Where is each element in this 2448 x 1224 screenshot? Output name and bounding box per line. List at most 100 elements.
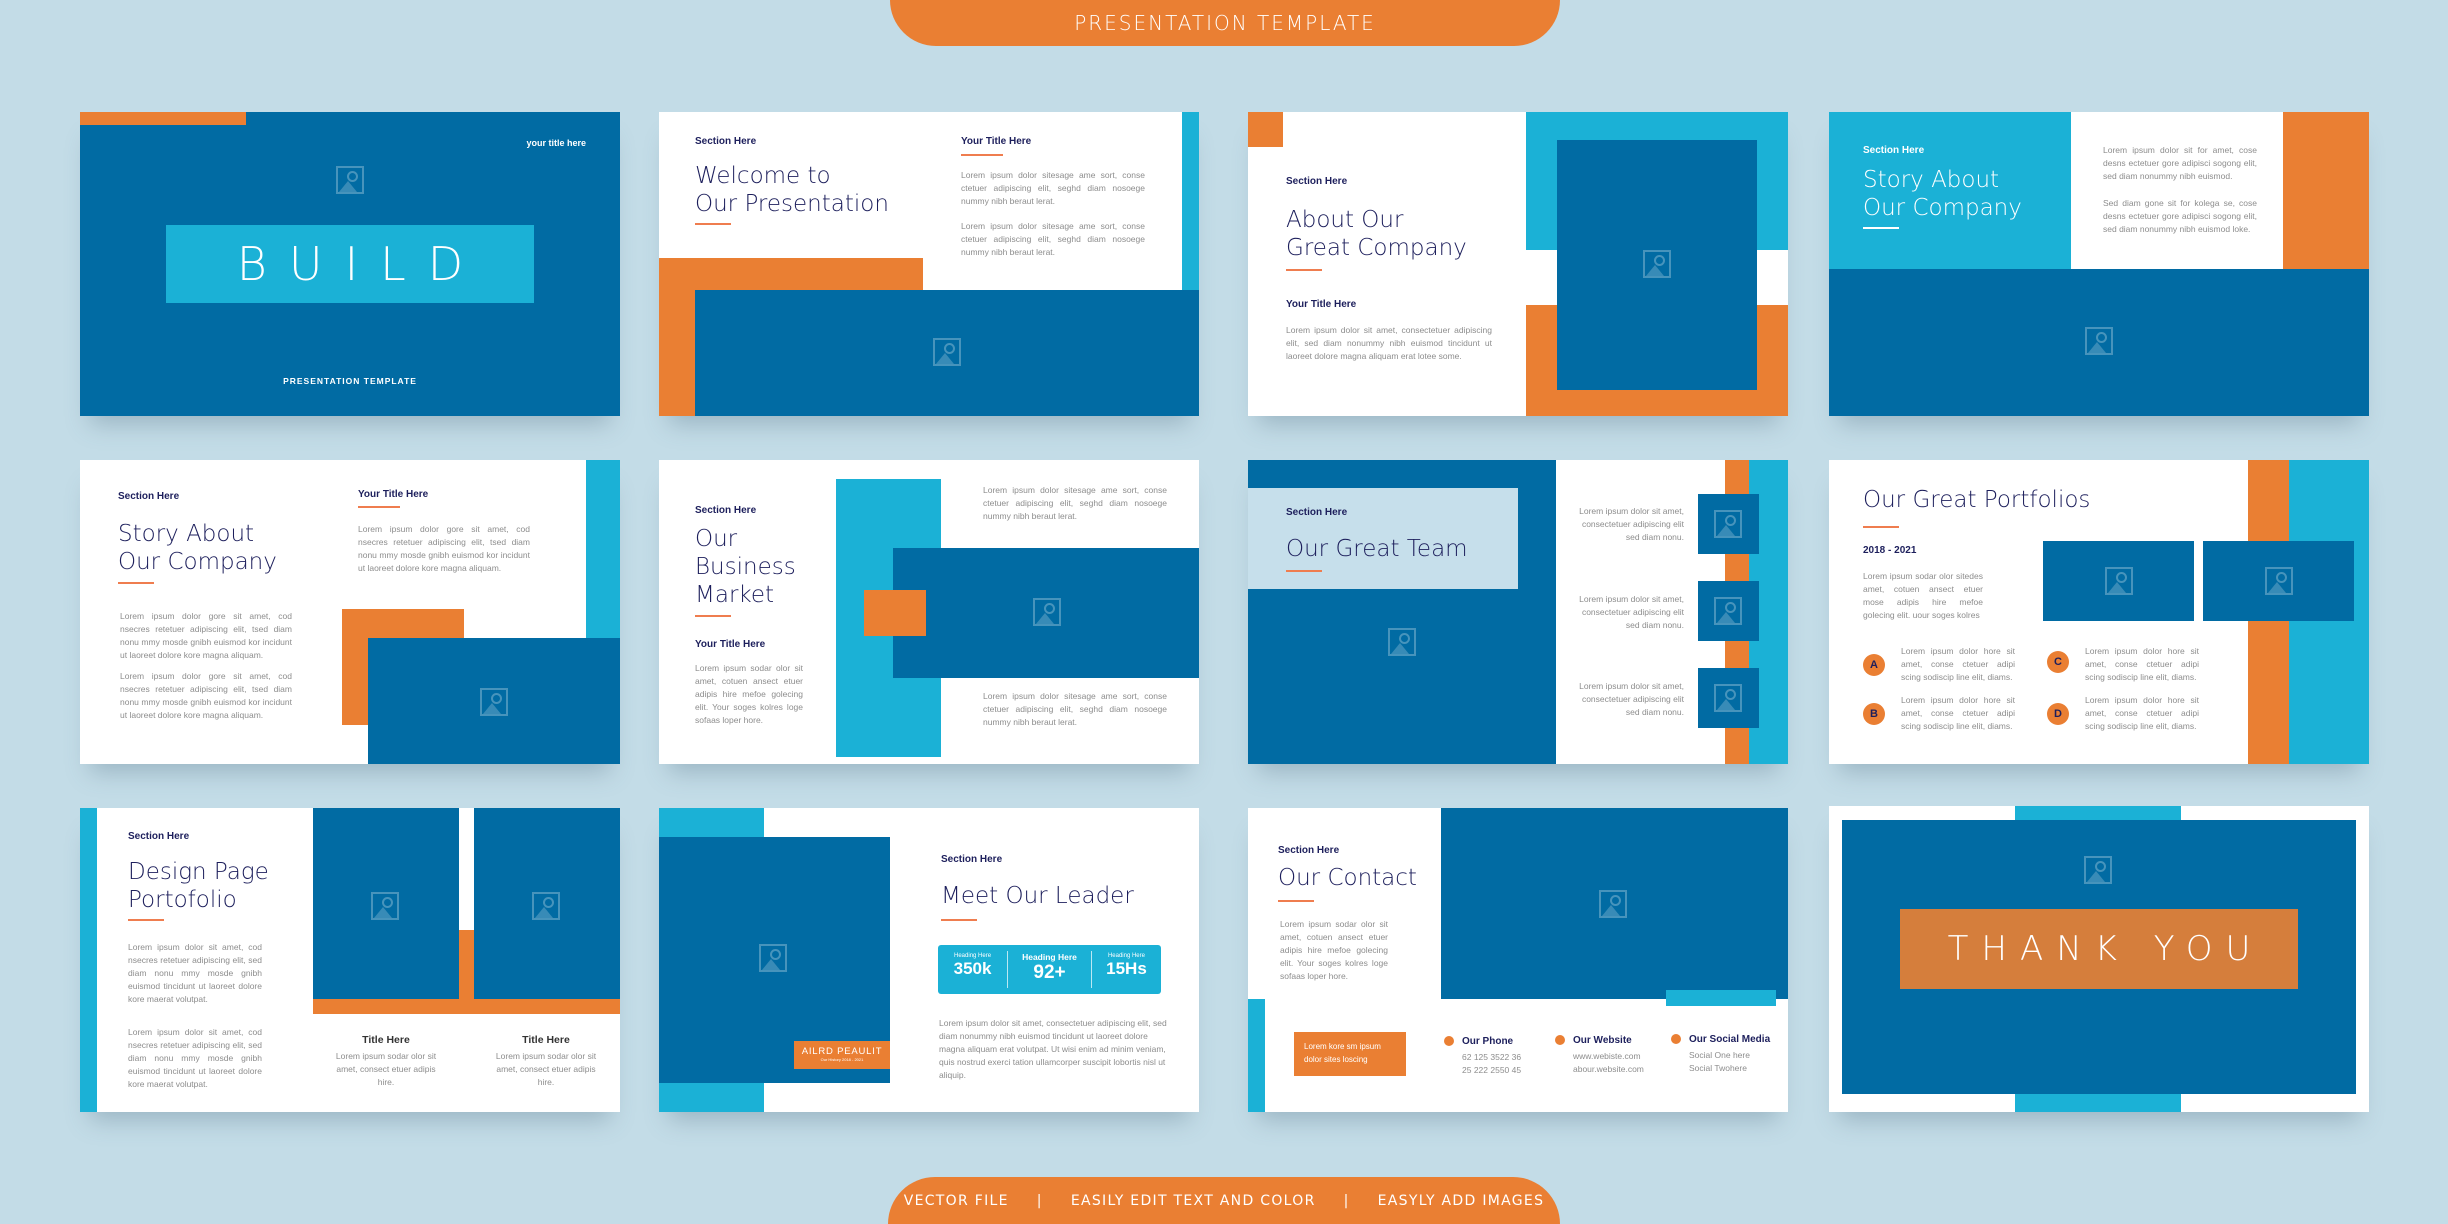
slide-title: Meet Our Leader xyxy=(941,883,1134,909)
accent-bar xyxy=(80,112,246,125)
accent-bar xyxy=(1248,999,1265,1112)
title-line: Our Company xyxy=(1863,195,2022,221)
slide-business-market[interactable]: Section Here Our Business Market Your Titl… xyxy=(659,460,1199,764)
item-badge: C xyxy=(2047,651,2069,673)
card-text: Lorem ipsum sodar olor sit amet, consect… xyxy=(495,1051,597,1087)
contact-label: Our Phone xyxy=(1462,1036,1514,1047)
image-placeholder-icon xyxy=(2084,856,2112,884)
title-underline xyxy=(128,919,164,921)
portfolio-image[interactable] xyxy=(2043,541,2194,621)
corner-label: your title here xyxy=(526,138,586,148)
subtitle: Your Title Here xyxy=(1286,299,1357,310)
leader-name-tag: AILRD PEAULIT Our History 2018 - 2021 xyxy=(794,1041,890,1069)
member-text: Lorem ipsum dolor sit amet, consectetuer… xyxy=(1579,506,1684,542)
section-label: Section Here xyxy=(1863,145,1925,156)
slide-title: About Our Great Company xyxy=(1286,206,1467,262)
image-placeholder-icon xyxy=(1714,510,1742,538)
section-label: Section Here xyxy=(941,854,1003,865)
item-text: Lorem ipsum dolor hore sit amet, conse c… xyxy=(2085,646,2199,682)
title-line: Our xyxy=(695,526,738,552)
item-text: Lorem ipsum dolor hore sit amet, conse c… xyxy=(2085,695,2199,731)
contact-link[interactable]: www.webiste.com xyxy=(1573,1050,1644,1063)
body-text: Lorem ipsum dolor sitesage ame sort, con… xyxy=(983,485,1167,521)
footer-divider: | xyxy=(1343,1192,1350,1209)
title-line: About Our xyxy=(1286,207,1404,233)
item-text: Lorem ipsum dolor hore sit amet, conse c… xyxy=(1901,646,2015,682)
item-badge: D xyxy=(2047,703,2069,725)
title-line: Market xyxy=(695,582,775,608)
body-text: Lorem ipsum dolor sitesage ame sort, con… xyxy=(983,691,1167,727)
section-label: Section Here xyxy=(128,831,190,842)
slide-thank-you[interactable]: THANK YOU xyxy=(1829,806,2369,1112)
slide-great-team[interactable]: Section Here Our Great Team Lorem ipsum … xyxy=(1248,460,1788,764)
subtitle-underline xyxy=(358,506,400,508)
bullet-icon xyxy=(1444,1036,1454,1047)
portfolio-image[interactable] xyxy=(313,808,459,999)
footer-divider: | xyxy=(1036,1192,1043,1209)
title-line: Portofolio xyxy=(128,887,237,913)
title-underline xyxy=(118,582,154,584)
image-area[interactable] xyxy=(1829,269,2369,416)
thank-you-title: THANK YOU xyxy=(1947,929,2264,969)
image-area[interactable] xyxy=(368,638,620,764)
image-placeholder-icon xyxy=(1388,628,1416,656)
image-area[interactable] xyxy=(1557,140,1757,390)
contact-label: Our Website xyxy=(1573,1035,1632,1046)
contact-website: Our Website www.webiste.com abour.websit… xyxy=(1555,1035,1644,1076)
leader-name: AILRD PEAULIT xyxy=(801,1046,883,1057)
accent-block xyxy=(864,590,926,636)
image-area[interactable] xyxy=(1441,808,1788,999)
member-photo[interactable] xyxy=(1698,581,1759,641)
slide-title: Story About Our Company xyxy=(1863,166,2022,222)
contact-label: Our Social Media xyxy=(1689,1034,1771,1045)
contact-social: Our Social Media Social One here Social … xyxy=(1671,1034,1770,1075)
accent-block xyxy=(2283,112,2369,269)
body-text: Lorem ipsum dolor gore sit amet, cod nse… xyxy=(358,524,530,573)
slide-great-portfolios[interactable]: Our Great Portfolios 2018 - 2021 Lorem i… xyxy=(1829,460,2369,764)
slide-story-company-b[interactable]: Section Here Story About Our Company Your… xyxy=(80,460,620,764)
contact-link[interactable]: Social One here xyxy=(1689,1049,1770,1062)
title-line: Our Presentation xyxy=(695,191,889,217)
footer-item: VECTOR FILE xyxy=(903,1192,1009,1209)
card: Title Here Lorem ipsum sodar olor sit am… xyxy=(318,1034,454,1089)
title-underline xyxy=(695,223,731,225)
body-text: Lorem ipsum dolor gore sit amet, cod nse… xyxy=(120,671,292,720)
accent-bar xyxy=(1182,112,1199,290)
image-placeholder-icon xyxy=(1599,890,1627,918)
member-photo[interactable] xyxy=(1698,494,1759,554)
subtitle: Your Title Here xyxy=(358,489,429,500)
stat: Heading Here 350k xyxy=(938,945,1007,994)
slide-design-portfolio[interactable]: Section Here Design Page Portofolio Lorem… xyxy=(80,808,620,1112)
slide-about-company[interactable]: Section Here About Our Great Company Your… xyxy=(1248,112,1788,416)
slide-welcome[interactable]: Section Here Welcome to Our Presentation … xyxy=(659,112,1199,416)
image-placeholder-icon[interactable] xyxy=(336,166,364,194)
body-text: Lorem ipsum dolor sit amet, consectetuer… xyxy=(1286,325,1492,361)
member-text: Lorem ipsum dolor sit amet, consectetuer… xyxy=(1579,681,1684,717)
title-underline xyxy=(1286,269,1322,271)
card-text: Lorem ipsum sodar olor sit amet, consect… xyxy=(335,1051,437,1087)
slide-title: Our Contact xyxy=(1278,865,1417,891)
contact-link[interactable]: Social Twohere xyxy=(1689,1062,1770,1075)
slide-title: Story About Our Company xyxy=(118,520,277,576)
member-photo[interactable] xyxy=(1698,668,1759,728)
card: Title Here Lorem ipsum sodar olor sit am… xyxy=(478,1034,614,1089)
body-text: Sed diam gone sit for kolega se, cose de… xyxy=(2103,198,2257,234)
slide-story-company-a[interactable]: Section Here Story About Our Company Lore… xyxy=(1829,112,2369,416)
slide-build-cover[interactable]: your title here BUILD PRESENTATION TEMPL… xyxy=(80,112,620,416)
card-title: Title Here xyxy=(362,1034,410,1046)
stats-box: Heading Here 350k Heading Here 92+ Heading… xyxy=(938,945,1161,994)
portfolio-image[interactable] xyxy=(474,808,620,999)
slide-contact[interactable]: Section Here Our Contact Lorem ipsum sod… xyxy=(1248,808,1788,1112)
image-area[interactable] xyxy=(695,290,1199,416)
body-text: Lorem ipsum sodar olor sit amet, cotuen … xyxy=(695,663,803,725)
image-area[interactable] xyxy=(893,548,1199,678)
slide-meet-leader[interactable]: AILRD PEAULIT Our History 2018 - 2021 Se… xyxy=(659,808,1199,1112)
cover-title: BUILD xyxy=(236,237,486,291)
portfolio-image[interactable] xyxy=(2203,541,2354,621)
section-label: Section Here xyxy=(695,505,757,516)
stat-value: 15Hs xyxy=(1106,959,1147,978)
title-underline xyxy=(1278,900,1314,902)
section-label: Section Here xyxy=(695,136,757,147)
image-placeholder-icon xyxy=(480,688,508,716)
contact-link[interactable]: abour.website.com xyxy=(1573,1063,1644,1076)
